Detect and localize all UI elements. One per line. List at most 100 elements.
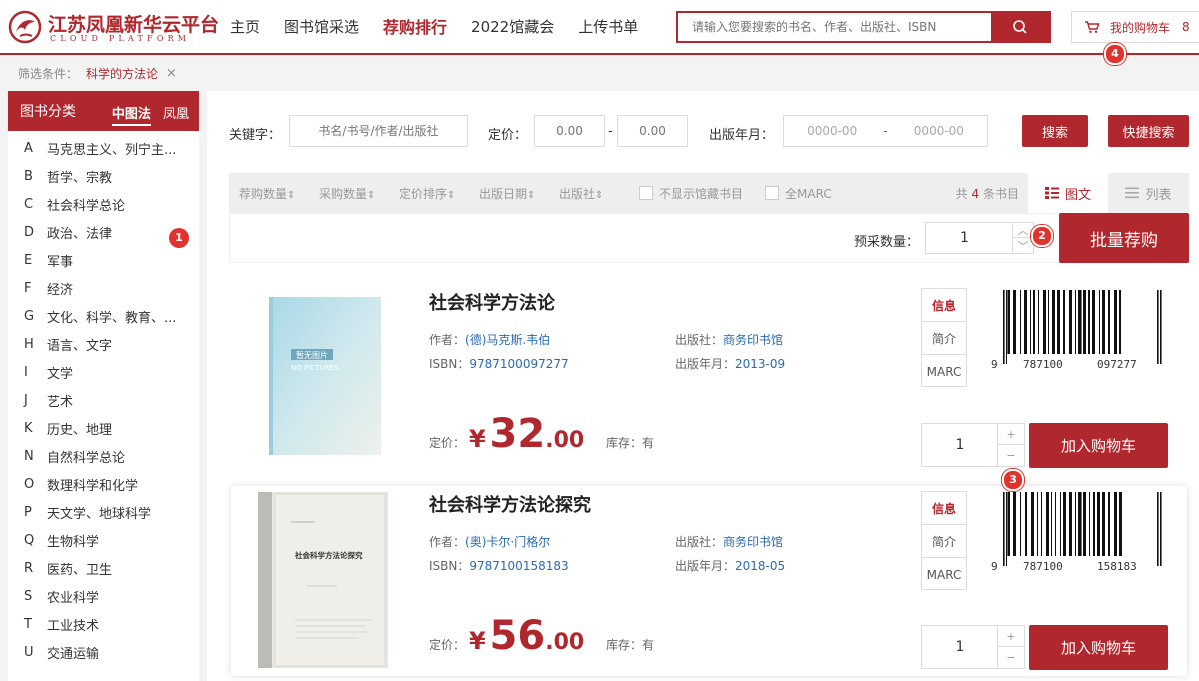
category-code: N [24, 448, 34, 464]
book-cover-placeholder[interactable]: 暂无图片 NO PICTURES [267, 297, 383, 459]
category-item-b[interactable]: B 哲学、宗教 [8, 162, 199, 190]
barcode-digits: 787100 [1023, 358, 1063, 370]
cover-title-text: 社会科学方法论探究 [294, 550, 363, 560]
hide-collection-checkbox[interactable]: 不显示馆藏书目 [639, 185, 743, 202]
sort-arrows-icon: ⇕ [595, 189, 604, 201]
tab-marc[interactable]: MARC [922, 558, 966, 591]
tab-intro[interactable]: 简介 [922, 525, 966, 558]
category-item-q[interactable]: Q 生物科学 [8, 526, 199, 554]
sort-label: 出版社 [559, 186, 596, 201]
nav-item-3[interactable]: 2022馆藏会 [471, 16, 554, 37]
search-button[interactable] [991, 13, 1049, 41]
full-marc-label: 全MARC [785, 186, 832, 201]
tab-info[interactable]: 信息 [922, 492, 966, 525]
sort-option-1[interactable]: 采购数量⇕ [319, 185, 389, 202]
tab-marc[interactable]: MARC [922, 355, 966, 388]
category-item-a[interactable]: A 马克思主义、列宁主... [8, 134, 199, 162]
book-title[interactable]: 社会科学方法论探究 [429, 491, 591, 517]
nav-item-1[interactable]: 图书馆采选 [284, 16, 359, 37]
add-to-cart-button[interactable]: 加入购物车 [1029, 423, 1168, 468]
price-max-input[interactable] [617, 115, 688, 147]
tab-info[interactable]: 信息 [922, 289, 966, 322]
pre-qty-up-icon[interactable]: ︿ [1012, 223, 1033, 238]
quick-search-button[interactable]: 快捷搜索 [1108, 115, 1189, 147]
pre-qty-stepper[interactable]: 1 ︿ ﹀ [925, 222, 1034, 254]
full-marc-checkbox[interactable]: 全MARC [765, 185, 832, 202]
book-qty-stepper[interactable]: 1 + − [921, 625, 1025, 669]
price-integer: 56 [489, 613, 546, 659]
author-link[interactable]: (奥)卡尔·门格尔 [465, 535, 550, 549]
author-link[interactable]: (德)马克斯.韦伯 [465, 333, 550, 347]
category-code: J [24, 392, 28, 408]
logo-title: 江苏凤凰新华云平台 [48, 14, 220, 36]
price-label: 定价： [488, 128, 528, 143]
category-item-r[interactable]: R 医药、卫生 [8, 554, 199, 582]
publisher-link[interactable]: 商务印书馆 [723, 333, 783, 347]
qty-plus-icon[interactable]: + [997, 424, 1024, 445]
category-item-c[interactable]: C 社会科学总论 [8, 190, 199, 218]
category-name: 生物科学 [47, 534, 100, 550]
qty-plus-icon[interactable]: + [997, 626, 1024, 647]
batch-recommend-button[interactable]: 批量荐购 [1059, 213, 1189, 263]
pre-qty-down-icon[interactable]: ﹀ [1012, 238, 1033, 253]
sidebar-title: 图书分类 [20, 104, 76, 120]
barcode-digits: 9 [991, 560, 998, 572]
category-item-n[interactable]: N 自然科学总论 [8, 442, 199, 470]
qty-minus-icon[interactable]: − [997, 647, 1024, 668]
book-detail-tabs: 信息 简介 MARC [921, 288, 967, 387]
category-item-i[interactable]: I 文学 [8, 358, 199, 386]
tab-fenghuang[interactable]: 凤凰 [163, 107, 189, 122]
sort-option-4[interactable]: 出版社⇕ [559, 185, 629, 202]
hide-collection-label: 不显示馆藏书目 [659, 186, 744, 201]
sort-option-2[interactable]: 定价排序⇕ [399, 185, 469, 202]
total-count: 4 [971, 186, 980, 201]
book-author: 作者：(德)马克斯.韦伯 [429, 331, 550, 348]
checkbox-box [765, 186, 780, 200]
category-item-t[interactable]: T 工业技术 [8, 610, 199, 638]
category-code: R [24, 560, 34, 576]
category-item-f[interactable]: F 经济 [8, 274, 199, 302]
category-item-j[interactable]: J 艺术 [8, 386, 199, 414]
view-grid-button[interactable]: 图文 [1028, 173, 1108, 213]
site-logo[interactable]: 江苏凤凰新华云平台 CLOUD PLATFORM [8, 8, 219, 48]
step-badge-4: 4 [1104, 43, 1126, 65]
add-to-cart-button[interactable]: 加入购物车 [1029, 625, 1168, 670]
pubdate-label: 出版年月： [675, 357, 736, 371]
keyword-input[interactable] [289, 115, 468, 147]
isbn-label: ISBN： [429, 357, 470, 371]
nav-item-2[interactable]: 荐购排行 [383, 14, 447, 38]
view-list-button[interactable]: 列表 [1108, 173, 1189, 213]
category-item-h[interactable]: H 语言、文字 [8, 330, 199, 358]
publisher-link[interactable]: 商务印书馆 [723, 535, 783, 549]
pubdate-from: 0000-00 [807, 124, 858, 138]
search-input[interactable] [678, 13, 992, 41]
category-item-e[interactable]: E 军事 [8, 246, 199, 274]
category-item-o[interactable]: O 数理科学和化学 [8, 470, 199, 498]
nav-item-0[interactable]: 主页 [230, 16, 260, 37]
qty-minus-icon[interactable]: − [997, 445, 1024, 466]
tab-clc[interactable]: 中图法 [111, 107, 151, 126]
tab-intro[interactable]: 简介 [922, 322, 966, 355]
filter-remove-icon[interactable]: × [166, 66, 177, 81]
search-submit-button[interactable]: 搜索 [1022, 115, 1088, 147]
category-item-k[interactable]: K 历史、地理 [8, 414, 199, 442]
book-qty-stepper[interactable]: 1 + − [921, 423, 1025, 467]
category-item-u[interactable]: U 交通运输 [8, 638, 199, 666]
pubdate-value: 2013-09 [735, 357, 786, 371]
price-min-input[interactable] [534, 115, 605, 147]
isbn-value: 9787100158183 [469, 559, 569, 573]
book-cover-image[interactable]: 社会科学方法论探究 [255, 490, 395, 670]
sort-arrows-icon: ⇕ [527, 189, 536, 201]
sort-option-0[interactable]: 荐购数量⇕ [239, 185, 309, 202]
my-cart-button[interactable]: 我的购物车 8 [1071, 11, 1199, 43]
category-item-s[interactable]: S 农业科学 [8, 582, 199, 610]
main-panel: 关键字： 定价： - 出版年月： 0000-00 - 0000-00 搜索 快捷… [207, 91, 1199, 681]
category-item-g[interactable]: G 文化、科学、教育、... [8, 302, 199, 330]
book-title[interactable]: 社会科学方法论 [429, 289, 555, 315]
nav-item-4[interactable]: 上传书单 [578, 16, 638, 37]
pre-qty-label: 预采数量： [854, 235, 920, 250]
book-cover-icon: 社会科学方法论探究 [258, 492, 388, 668]
sort-option-3[interactable]: 出版日期⇕ [479, 185, 549, 202]
pubdate-range[interactable]: 0000-00 - 0000-00 [783, 115, 988, 147]
category-item-p[interactable]: P 天文学、地球科学 [8, 498, 199, 526]
